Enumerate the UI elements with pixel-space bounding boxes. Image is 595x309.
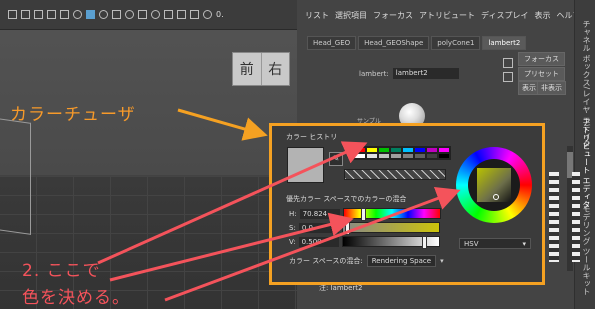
focus-button[interactable]: フォーカス [518, 52, 565, 66]
tab-head-geoshape[interactable]: Head_GEOShape [358, 36, 430, 50]
s-slider-row: S: 0.0 [289, 222, 440, 235]
copy-tab-icon[interactable] [503, 72, 513, 82]
hud-icon[interactable] [190, 10, 199, 19]
checkbox-column[interactable] [549, 172, 559, 262]
side-tab-modeling-toolkit[interactable]: モデリング ツールキット [581, 205, 592, 296]
history-swatch[interactable] [390, 153, 402, 159]
h-slider[interactable] [342, 208, 441, 221]
preset-button[interactable]: プリセット [518, 67, 565, 81]
history-swatch[interactable] [426, 153, 438, 159]
camera-icon[interactable] [47, 10, 56, 19]
tab-polycone1[interactable]: polyCone1 [431, 36, 481, 50]
h-slider-handle[interactable] [360, 208, 366, 221]
color-mode-value: HSV [464, 240, 479, 248]
view-cube-front[interactable]: 前 [233, 53, 261, 85]
h-slider-row: H: 70.824 [289, 208, 441, 221]
select-icon[interactable] [8, 10, 17, 19]
menu-display[interactable]: ディスプレイ [481, 10, 528, 21]
grid-icon[interactable] [34, 10, 43, 19]
material-name-field[interactable]: lambert2 [392, 68, 459, 79]
annotation-color-chooser: カラーチューザ [10, 105, 136, 125]
mode-chevron-down-icon: ▾ [522, 240, 526, 248]
history-swatch[interactable] [354, 153, 366, 159]
v-value-field[interactable]: 0.500 [298, 236, 339, 247]
load-icon[interactable] [503, 58, 513, 68]
mix-space-header: 優先カラー スペースでのカラーの混合 [286, 195, 407, 203]
light-icon[interactable] [99, 10, 108, 19]
frame-icon[interactable] [21, 10, 30, 19]
current-color-swatch[interactable] [287, 147, 324, 183]
s-value-field[interactable]: 0.0 [298, 222, 339, 233]
history-swatch[interactable] [438, 153, 450, 159]
pencil-icon[interactable]: ✎ [329, 152, 343, 166]
color-mode-dropdown[interactable]: HSV ▾ [459, 238, 531, 249]
menu-list[interactable]: リスト [305, 10, 329, 21]
mix-space-dropdown[interactable]: Rendering Space [366, 255, 437, 267]
tab-lambert2[interactable]: lambert2 [482, 36, 527, 50]
s-label: S: [289, 223, 296, 232]
tab-head-geo[interactable]: Head_GEO [307, 36, 357, 50]
dof-icon[interactable] [151, 10, 160, 19]
shade-icon[interactable] [73, 10, 82, 19]
menu-show[interactable]: 表示 [534, 10, 550, 21]
viewport-panel[interactable]: 0. 前 右 カラーチューザ 2. ここで 色を決める。 [0, 0, 297, 309]
side-tab-strip: チャネル ボックス/レイヤ エディタ アトリビュート エディタ モデリング ツー… [574, 0, 595, 309]
s-slider-handle[interactable] [344, 222, 350, 235]
menu-focus[interactable]: フォーカス [373, 10, 413, 21]
s-slider[interactable] [341, 222, 440, 235]
menu-attributes[interactable]: アトリビュート [419, 10, 475, 21]
v-slider[interactable] [341, 236, 440, 249]
history-swatch[interactable] [366, 153, 378, 159]
aa-icon[interactable] [138, 10, 147, 19]
color-chooser: カラー ヒストリ ✎ 優先カラー スペースでのカラーの混合 H: 70.824 … [269, 123, 545, 285]
history-swatch[interactable] [414, 153, 426, 159]
mix-space-label: カラー スペースの混合: [289, 257, 363, 265]
color-wheel-center [468, 159, 520, 211]
hide-button[interactable]: 非表示 [537, 81, 566, 95]
isolate-icon[interactable] [164, 10, 173, 19]
history-swatch[interactable] [402, 153, 414, 159]
color-history-label: カラー ヒストリ [286, 133, 338, 141]
v-slider-handle[interactable] [422, 236, 428, 249]
shadow-icon[interactable] [112, 10, 121, 19]
wireframe-icon[interactable] [60, 10, 69, 19]
material-name-row: lambert: lambert2 [359, 68, 459, 79]
side-tab-attribute-editor[interactable]: アトリビュート エディタ [581, 118, 592, 209]
color-wheel[interactable] [456, 147, 532, 223]
annotation-step2-line2: 色を決める。 [22, 288, 130, 308]
texture-icon[interactable] [86, 10, 95, 19]
view-cube[interactable]: 前 右 [232, 52, 290, 86]
node-tabs: Head_GEO Head_GEOShape polyCone1 lambert… [307, 36, 527, 50]
history-swatch[interactable] [378, 153, 390, 159]
gear-icon[interactable] [203, 10, 212, 19]
saturation-value-square[interactable] [477, 168, 511, 202]
v-label: V: [289, 237, 296, 246]
viewport-toolbar: 0. [0, 0, 297, 30]
chevron-down-icon[interactable]: ▾ [440, 257, 444, 265]
mesh-object[interactable] [0, 117, 31, 235]
material-label: lambert: [359, 69, 389, 78]
mix-space-row: カラー スペースの混合: Rendering Space ▾ [289, 255, 444, 267]
annotation-step2-line1: 2. ここで [22, 261, 101, 281]
empty-history-row[interactable] [344, 169, 446, 180]
h-value-field[interactable]: 70.824 [299, 208, 340, 219]
xray-icon[interactable] [177, 10, 186, 19]
color-history-grid[interactable] [353, 146, 451, 160]
color-selection-point[interactable] [493, 194, 499, 200]
ae-menubar: リスト 選択項目 フォーカス アトリビュート ディスプレイ 表示 ヘルプ [297, 0, 595, 30]
v-slider-row: V: 0.500 [289, 236, 440, 249]
ao-icon[interactable] [125, 10, 134, 19]
checkbox-column-2[interactable] [572, 172, 580, 262]
view-cube-right[interactable]: 右 [260, 53, 290, 85]
menu-selected[interactable]: 選択項目 [335, 10, 367, 21]
h-label: H: [289, 209, 297, 218]
toolbar-value[interactable]: 0. [216, 10, 224, 19]
